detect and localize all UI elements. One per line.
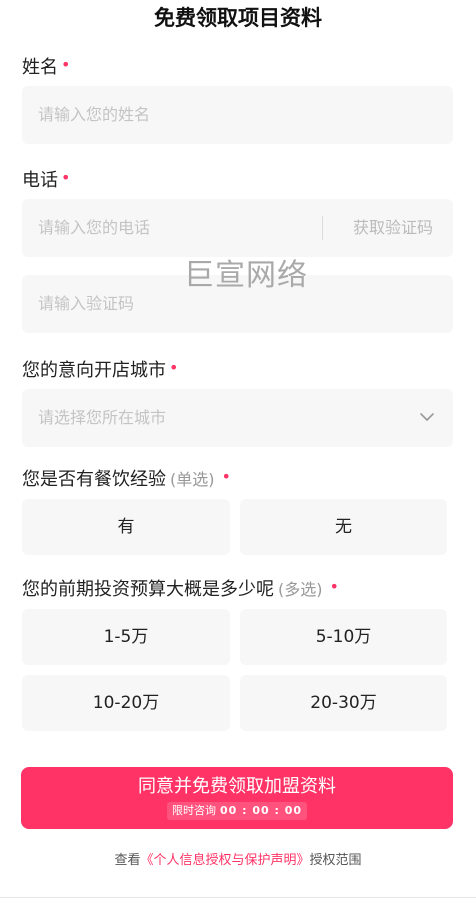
experience-label-text: 您是否有餐饮经验: [22, 469, 166, 490]
budget-option-4[interactable]: 20-30万: [240, 675, 447, 731]
page-title: 免费领取项目资料: [154, 6, 322, 30]
consult-timer-badge: 限时咨询 00 : 00 : 00: [166, 802, 308, 820]
budget-option-2[interactable]: 5-10万: [240, 609, 447, 665]
privacy-statement-link[interactable]: 《个人信息授权与保护声明》: [140, 853, 309, 868]
experience-option-yes[interactable]: 有: [22, 499, 230, 555]
experience-label: 您是否有餐饮经验 (单选) •: [22, 465, 231, 492]
city-label-text: 您的意向开店城市: [22, 360, 166, 381]
city-select[interactable]: 请选择您所在城市: [22, 389, 453, 447]
bottom-divider: [0, 897, 476, 898]
required-mark: •: [221, 467, 231, 486]
budget-option-1[interactable]: 1-5万: [22, 609, 230, 665]
consent-prefix: 查看: [114, 853, 141, 868]
required-mark: •: [169, 358, 179, 377]
name-placeholder: 请输入您的姓名: [38, 105, 151, 124]
phone-placeholder: 请输入您的电话: [38, 218, 151, 237]
budget-label-text: 您的前期投资预算大概是多少呢: [22, 579, 274, 600]
city-label: 您的意向开店城市 •: [22, 356, 178, 383]
phone-label: 电话 •: [22, 166, 70, 193]
multi-choice-hint: (多选): [278, 580, 323, 599]
chevron-down-icon: [420, 413, 434, 421]
submit-label: 同意并免费领取加盟资料: [138, 776, 336, 797]
countdown-timer: 00 : 00 : 00: [219, 804, 303, 817]
required-mark: •: [61, 55, 71, 74]
experience-option-no[interactable]: 无: [240, 499, 447, 555]
required-mark: •: [61, 168, 71, 187]
name-label: 姓名 •: [22, 53, 70, 80]
watermark: 巨宣网络: [184, 258, 308, 293]
phone-input[interactable]: 请输入您的电话 获取验证码: [22, 199, 453, 257]
name-input[interactable]: 请输入您的姓名: [22, 86, 453, 144]
single-choice-hint: (单选): [170, 470, 215, 489]
consult-label: 限时咨询: [171, 804, 216, 817]
consent-suffix: 授权范围: [309, 853, 362, 868]
code-placeholder: 请输入验证码: [38, 294, 135, 313]
budget-option-3[interactable]: 10-20万: [22, 675, 230, 731]
city-placeholder: 请选择您所在城市: [38, 408, 167, 427]
submit-button[interactable]: 同意并免费领取加盟资料 限时咨询 00 : 00 : 00: [21, 767, 453, 829]
budget-label: 您的前期投资预算大概是多少呢 (多选) •: [22, 575, 339, 602]
phone-label-text: 电话: [22, 170, 58, 191]
name-label-text: 姓名: [22, 57, 58, 78]
get-code-button[interactable]: 获取验证码: [353, 199, 433, 257]
consent-text: 查看《个人信息授权与保护声明》授权范围: [0, 851, 476, 871]
required-mark: •: [329, 577, 339, 596]
phone-divider: [322, 216, 323, 240]
